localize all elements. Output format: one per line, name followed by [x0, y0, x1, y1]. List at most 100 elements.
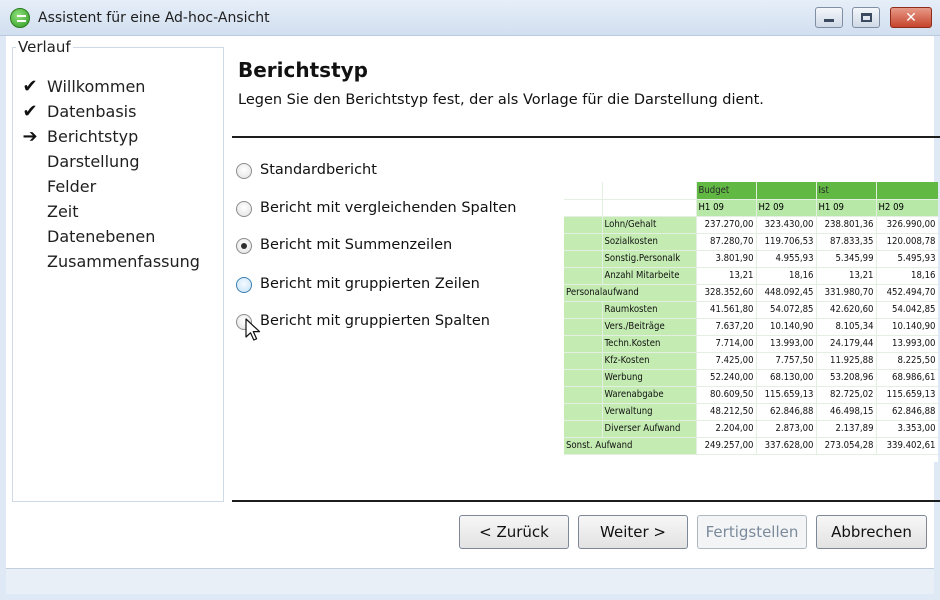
step-label: Berichtstyp: [47, 127, 139, 146]
report-type-option[interactable]: Bericht mit gruppierten Spalten: [236, 311, 556, 335]
check-icon: ✔: [22, 76, 38, 97]
table-corner: [602, 199, 697, 217]
value-cell: 54.072,85: [756, 301, 817, 319]
step-label: Datenebenen: [47, 227, 156, 246]
table-row: Verwaltung 48.212,50 62.846,88 46.498,15 62.…: [564, 403, 938, 421]
step-item: Zusammenfassung: [13, 249, 223, 274]
step-label: Felder: [47, 177, 97, 196]
table-corner: [564, 199, 603, 217]
report-type-option[interactable]: Bericht mit vergleichenden Spalten: [236, 198, 556, 222]
row-label: Kfz-Kosten: [602, 352, 697, 370]
value-cell: 5.495,93: [876, 250, 938, 268]
row-indent: [564, 369, 603, 387]
cancel-button[interactable]: Abbrechen: [816, 515, 927, 549]
row-indent: [564, 420, 603, 438]
row-label: Werbung: [602, 369, 697, 387]
group-header-span: [876, 182, 938, 200]
value-cell: 68.986,61: [876, 369, 938, 387]
row-indent: [564, 335, 603, 353]
header-divider: [232, 136, 940, 138]
value-cell: 8.225,50: [876, 352, 938, 370]
report-preview: Budget Ist H1 09 H2 09 H1 09 H2 09 Lohn/Gehalt…: [564, 182, 938, 462]
page-title: Berichtstyp: [238, 58, 368, 82]
column-header: H2 09: [756, 199, 817, 217]
option-label: Standardbericht: [260, 162, 377, 178]
row-indent: [564, 301, 603, 319]
footer-divider: [232, 500, 940, 502]
value-cell: 8.105,34: [816, 318, 877, 336]
radio-button[interactable]: [236, 277, 252, 293]
table-corner: [602, 182, 697, 200]
step-item: Zeit: [13, 199, 223, 224]
option-label: Bericht mit gruppierten Zeilen: [260, 276, 480, 292]
value-cell: 87.833,35: [816, 233, 877, 251]
history-caption: Verlauf: [16, 38, 73, 56]
column-header: H2 09: [876, 199, 938, 217]
close-button[interactable]: ✕: [890, 7, 932, 28]
row-indent: [564, 318, 603, 336]
check-icon: ✔: [22, 101, 38, 122]
report-type-option[interactable]: Bericht mit Summenzeilen: [236, 235, 556, 259]
row-indent: [564, 386, 603, 404]
finish-button[interactable]: Fertigstellen: [697, 515, 807, 549]
table-row: Kfz-Kosten 7.425,00 7.757,50 11.925,88 8.225…: [564, 352, 938, 370]
value-cell: 115.659,13: [756, 386, 817, 404]
value-cell: 87.280,70: [696, 233, 757, 251]
option-label: Bericht mit gruppierten Spalten: [260, 313, 490, 329]
value-cell: 452.494,70: [876, 284, 938, 302]
value-cell: 2.137,89: [816, 420, 877, 438]
table-row: Anzahl Mitarbeite 13,21 18,16 13,21 18,16: [564, 267, 938, 285]
radio-button[interactable]: [236, 163, 252, 179]
report-type-option[interactable]: Standardbericht: [236, 160, 556, 184]
app-icon: [10, 8, 30, 28]
step-item: Datenebenen: [13, 224, 223, 249]
table-row: Lohn/Gehalt 237.270,00 323.430,00 238.801,3…: [564, 216, 938, 234]
value-cell: 7.637,20: [696, 318, 757, 336]
value-cell: 18,16: [756, 267, 817, 285]
value-cell: 249.257,00: [696, 437, 757, 455]
minimize-icon: [824, 19, 834, 22]
maximize-button[interactable]: [852, 7, 880, 28]
row-indent: [564, 403, 603, 421]
back-button[interactable]: < Zurück: [459, 515, 569, 549]
table-corner: [564, 182, 603, 200]
next-button[interactable]: Weiter >: [578, 515, 688, 549]
value-cell: 7.714,00: [696, 335, 757, 353]
value-cell: 82.725,02: [816, 386, 877, 404]
value-cell: 326.990,00: [876, 216, 938, 234]
row-label: Verwaltung: [602, 403, 697, 421]
preview-table: Budget Ist H1 09 H2 09 H1 09 H2 09 Lohn/Gehalt…: [564, 182, 938, 455]
value-cell: 62.846,88: [756, 403, 817, 421]
value-cell: 42.620,60: [816, 301, 877, 319]
row-label: Vers./Beiträge: [602, 318, 697, 336]
radio-button[interactable]: [236, 238, 252, 254]
value-cell: 273.054,28: [816, 437, 877, 455]
group-header: Ist: [816, 182, 877, 200]
table-row: Werbung 52.240,00 68.130,00 53.208,96 68.986…: [564, 369, 938, 387]
value-cell: 328.352,60: [696, 284, 757, 302]
value-cell: 18,16: [876, 267, 938, 285]
value-cell: 323.430,00: [756, 216, 817, 234]
column-header: H1 09: [696, 199, 757, 217]
radio-button[interactable]: [236, 201, 252, 217]
value-cell: 337.628,00: [756, 437, 817, 455]
value-cell: 10.140,90: [756, 318, 817, 336]
minimize-button[interactable]: [815, 7, 843, 28]
table-row: Raumkosten 41.561,80 54.072,85 42.620,60 54.…: [564, 301, 938, 319]
history-panel: ✔ Willkommen ✔ Datenbasis ➔ Berichtstyp Darste…: [12, 47, 224, 502]
value-cell: 120.008,78: [876, 233, 938, 251]
step-label: Datenbasis: [47, 102, 137, 121]
step-label: Zeit: [47, 202, 79, 221]
value-cell: 3.353,00: [876, 420, 938, 438]
step-list: ✔ Willkommen ✔ Datenbasis ➔ Berichtstyp Darste…: [13, 74, 223, 274]
group-header-span: [756, 182, 817, 200]
value-cell: 13,21: [816, 267, 877, 285]
value-cell: 13.993,00: [756, 335, 817, 353]
report-type-option[interactable]: Bericht mit gruppierten Zeilen: [236, 274, 556, 298]
status-bar: [6, 568, 934, 594]
value-cell: 46.498,15: [816, 403, 877, 421]
row-indent: [564, 267, 603, 285]
value-cell: 68.130,00: [756, 369, 817, 387]
row-label: Personalaufwand: [564, 284, 697, 302]
window-title: Assistent für eine Ad-hoc-Ansicht: [38, 10, 270, 26]
